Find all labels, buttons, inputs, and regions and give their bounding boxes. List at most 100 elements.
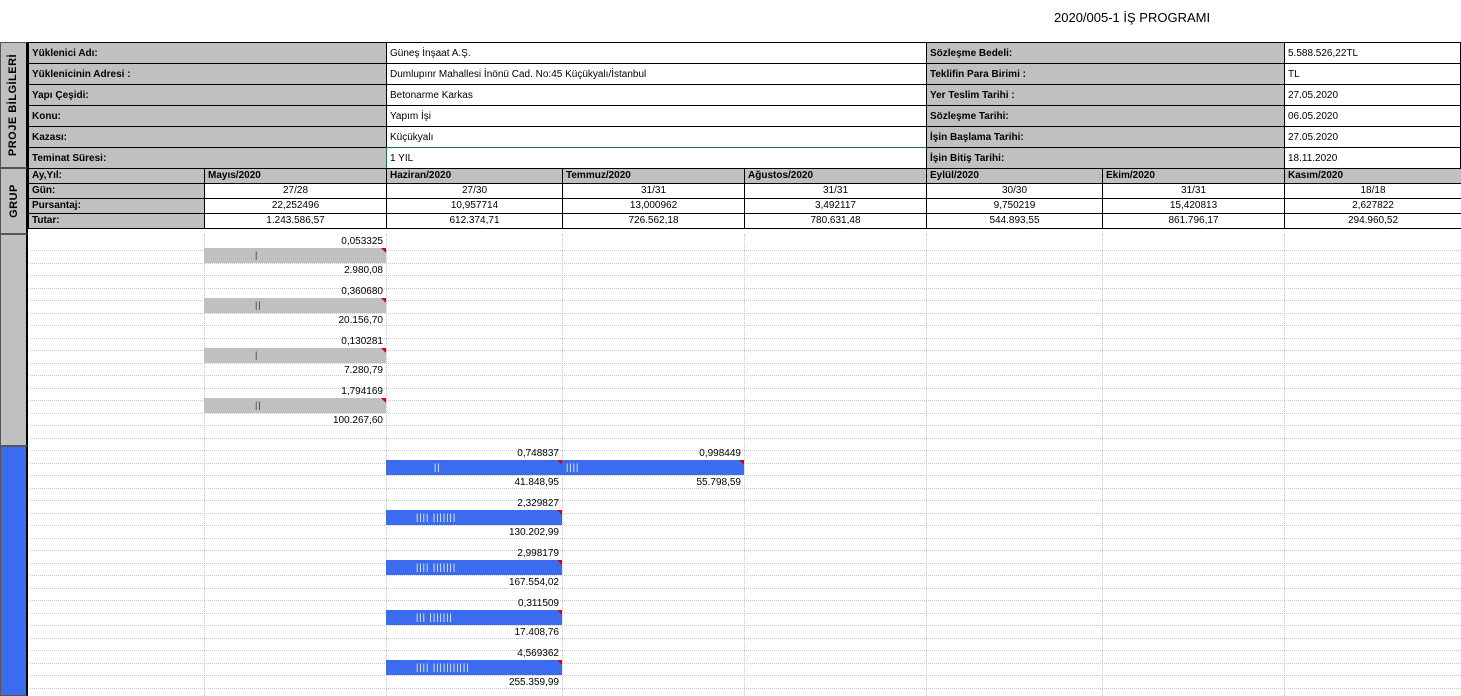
grid-row-line [30,550,1461,551]
task-5-amount-0: 130.202,99 [508,527,559,538]
task-4-pct-0: 0,748837 [517,448,559,459]
info-label-3: Konu: [28,105,387,127]
task-0-bar-0[interactable]: | [204,248,386,263]
grid-row-line [30,638,1461,639]
group-2-band [0,446,28,696]
info-value-0: Güneş İnşaat A.Ş. [386,42,927,64]
month-gun-6: 18/18 [1284,183,1461,199]
task-5-bar-0[interactable]: |||| ||||||| [386,510,562,525]
month-tutar-4: 544.893,55 [926,213,1103,229]
months-row-label-0: Ay,Yıl: [28,168,205,184]
grid-row-line [30,450,1461,451]
month-gun-2: 31/31 [562,183,745,199]
grid-row-line [30,500,1461,501]
info-value-4: Küçükyalı [386,126,927,148]
info-label-right-0: Sözleşme Bedeli: [926,42,1285,64]
comment-flag-icon [557,510,562,515]
group-1-band [0,234,28,446]
info-value-5[interactable]: 1 YIL [386,147,927,169]
grid-row-line [30,313,1461,314]
task-3-bar-0[interactable]: || [204,398,386,413]
month-name-5: Ekim/2020 [1102,168,1285,184]
task-7-pct-0: 0,311509 [518,598,559,609]
task-6-bar-0[interactable]: |||| ||||||| [386,560,562,575]
months-row-label-1: Gün: [28,183,205,199]
grid-row-line [30,588,1461,589]
task-5-pct-0: 2,329827 [517,498,559,509]
task-4-bar-1[interactable]: |||| [562,460,744,475]
comment-flag-icon [381,248,386,253]
side-label-project-text: PROJE BİLGİLERİ [7,53,20,157]
info-label-right-5: İşin Bitiş Tarihi: [926,147,1285,169]
grid-row-line [30,438,1461,439]
progress-tick-marks: | [255,350,259,360]
progress-tick-marks: || [255,400,262,410]
progress-tick-marks: |||| [566,462,580,472]
grid-col-line [1284,234,1285,696]
task-2-bar-0[interactable]: | [204,348,386,363]
month-pursantaj-3: 3,492117 [744,198,927,214]
month-tutar-2: 726.562,18 [562,213,745,229]
comment-flag-icon [557,610,562,615]
progress-tick-marks: |||| ||||||| [416,562,457,572]
progress-tick-marks: || [255,300,262,310]
task-7-bar-0[interactable]: ||| ||||||| [386,610,562,625]
grid-row-line [30,463,1461,464]
task-4-amount-1: 55.798,59 [696,477,742,488]
grid-row-line [30,475,1461,476]
side-label-group: GRUP [0,168,28,234]
month-pursantaj-2: 13,000962 [562,198,745,214]
task-2-pct-0: 0,130281 [341,336,383,347]
grid-col-line [1102,234,1103,696]
task-2-amount-0: 7.280,79 [344,365,383,376]
info-value-right-0: 5.588.526,22TL [1284,42,1461,64]
month-pursantaj-0: 22,252496 [204,198,387,214]
grid-row-line [30,688,1461,689]
page-title: 2020/005-1 İŞ PROGRAMI [1054,10,1211,25]
comment-flag-icon [557,660,562,665]
info-value-2: Betonarme Karkas [386,84,927,106]
info-value-right-4: 27.05.2020 [1284,126,1461,148]
info-value-right-5: 18.11.2020 [1284,147,1461,169]
task-1-bar-0[interactable]: || [204,298,386,313]
task-1-pct-0: 0,360680 [341,286,383,297]
task-6-pct-0: 2,998179 [517,548,559,559]
month-gun-5: 31/31 [1102,183,1285,199]
info-label-right-1: Teklifin Para Birimi : [926,63,1285,85]
grid-col-line [744,234,745,696]
grid-row-line [30,650,1461,651]
info-value-right-2: 27.05.2020 [1284,84,1461,106]
grid-row-line [30,675,1461,676]
month-name-0: Mayıs/2020 [204,168,387,184]
grid-row-line [30,525,1461,526]
task-8-bar-0[interactable]: |||| ||||||||||| [386,660,562,675]
task-1-amount-0: 20.156,70 [338,315,384,326]
month-name-4: Eylül/2020 [926,168,1103,184]
grid-row-line [30,563,1461,564]
progress-tick-marks: || [434,462,441,472]
months-row-label-3: Tutar: [28,213,205,229]
task-4-pct-1: 0,998449 [699,448,741,459]
comment-flag-icon [557,560,562,565]
grid-row-line [30,613,1461,614]
month-pursantaj-1: 10,957714 [386,198,563,214]
month-tutar-6: 294.960,52 [1284,213,1461,229]
month-pursantaj-6: 2,627822 [1284,198,1461,214]
info-value-3: Yapım İşi [386,105,927,127]
info-value-right-3: 06.05.2020 [1284,105,1461,127]
month-gun-0: 27/28 [204,183,387,199]
grid-row-line [30,263,1461,264]
month-tutar-0: 1.243.586,57 [204,213,387,229]
grid-row-line [30,538,1461,539]
comment-flag-icon [739,460,744,465]
comment-flag-icon [381,398,386,403]
month-tutar-1: 612.374,71 [386,213,563,229]
info-label-1: Yüklenicinin Adresi : [28,63,387,85]
month-tutar-3: 780.631,48 [744,213,927,229]
info-label-0: Yüklenici Adı: [28,42,387,64]
grid-row-line [30,600,1461,601]
grid-row-line [30,575,1461,576]
task-4-bar-0[interactable]: || [386,460,562,475]
info-label-2: Yapı Çeşidi: [28,84,387,106]
comment-flag-icon [381,298,386,303]
